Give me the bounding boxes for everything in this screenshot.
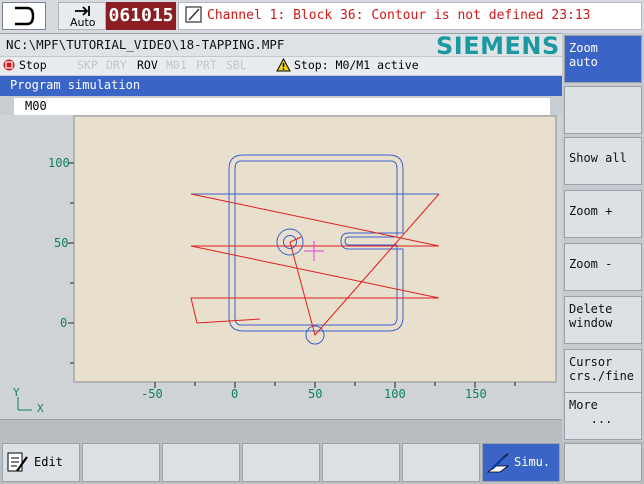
axis-indicator: Y X bbox=[13, 386, 44, 415]
softkey-h3[interactable] bbox=[162, 443, 240, 482]
softkey-h2[interactable] bbox=[82, 443, 160, 482]
zoom-out-button[interactable]: Zoom - bbox=[564, 243, 642, 291]
simulation-button[interactable]: Simu. bbox=[482, 443, 560, 482]
show-all-button[interactable]: Show all bbox=[564, 137, 642, 185]
alarm-line[interactable]: Channel 1: Block 36: Contour is not defi… bbox=[178, 2, 642, 30]
simulation-header: Program simulation bbox=[0, 76, 562, 96]
mode-label: Auto bbox=[70, 16, 96, 29]
operating-area-button[interactable] bbox=[2, 2, 46, 30]
warning-icon bbox=[276, 58, 291, 72]
y-tick-50: 50 bbox=[54, 236, 68, 250]
simulation-title: Program simulation bbox=[10, 78, 141, 92]
softkey-empty-1[interactable] bbox=[564, 86, 642, 134]
flag-skp: SKP bbox=[77, 58, 98, 72]
softkey-h6[interactable] bbox=[402, 443, 480, 482]
x-tick-0: 0 bbox=[231, 387, 238, 401]
simulation-plot[interactable]: 100 50 0 -50 0 50 100 150 Y X bbox=[0, 115, 562, 419]
x-tick-50: 50 bbox=[308, 387, 322, 401]
x-tick-100: 100 bbox=[384, 387, 406, 401]
delete-window-button[interactable]: Delete window bbox=[564, 296, 642, 344]
flag-rov: ROV bbox=[137, 58, 158, 72]
operating-area-icon bbox=[15, 6, 35, 26]
alarm-text: Channel 1: Block 36: Contour is not defi… bbox=[207, 8, 591, 23]
plot-canvas bbox=[73, 115, 557, 383]
alarm-edit-icon bbox=[185, 6, 202, 23]
axis-x-label: X bbox=[37, 402, 44, 415]
channel-status-bar: Stop SKP DRY ROV M01 PRT SBL Stop: M0/M1… bbox=[0, 56, 562, 75]
axis-y-label: Y bbox=[13, 386, 20, 399]
stop-message: Stop: M0/M1 active bbox=[294, 58, 419, 72]
zoom-in-button[interactable]: Zoom + bbox=[564, 190, 642, 238]
edit-button[interactable]: Edit bbox=[2, 443, 80, 482]
current-block: M00 bbox=[25, 99, 47, 113]
flag-dry: DRY bbox=[106, 58, 127, 72]
edit-icon bbox=[7, 452, 28, 472]
cursor-coarse-fine-button[interactable]: Cursor crs./fine bbox=[564, 349, 642, 397]
flag-m01: M01 bbox=[166, 58, 187, 72]
flag-prt: PRT bbox=[196, 58, 217, 72]
x-tick-150: 150 bbox=[465, 387, 487, 401]
mode-indicator: Auto bbox=[58, 2, 106, 30]
softkey-h8[interactable] bbox=[564, 443, 642, 482]
zoom-auto-button[interactable]: Zoom auto bbox=[564, 35, 642, 83]
simulation-icon bbox=[486, 453, 510, 473]
y-tick-100: 100 bbox=[48, 156, 70, 170]
program-path: NC:\MPF\TUTORIAL_VIDEO\18-TAPPING.MPF bbox=[6, 37, 285, 52]
program-number: 061015 bbox=[106, 2, 176, 30]
x-tick-minus50: -50 bbox=[141, 387, 163, 401]
softkey-h4[interactable] bbox=[242, 443, 320, 482]
flag-sbl: SBL bbox=[226, 58, 247, 72]
channel-state: Stop bbox=[19, 58, 47, 72]
current-block-line: M00 bbox=[14, 98, 550, 115]
stop-icon bbox=[3, 59, 15, 71]
softkey-h5[interactable] bbox=[322, 443, 400, 482]
message-bar bbox=[0, 419, 562, 442]
more-button[interactable]: More ... bbox=[564, 392, 642, 440]
y-tick-0: 0 bbox=[60, 316, 67, 330]
